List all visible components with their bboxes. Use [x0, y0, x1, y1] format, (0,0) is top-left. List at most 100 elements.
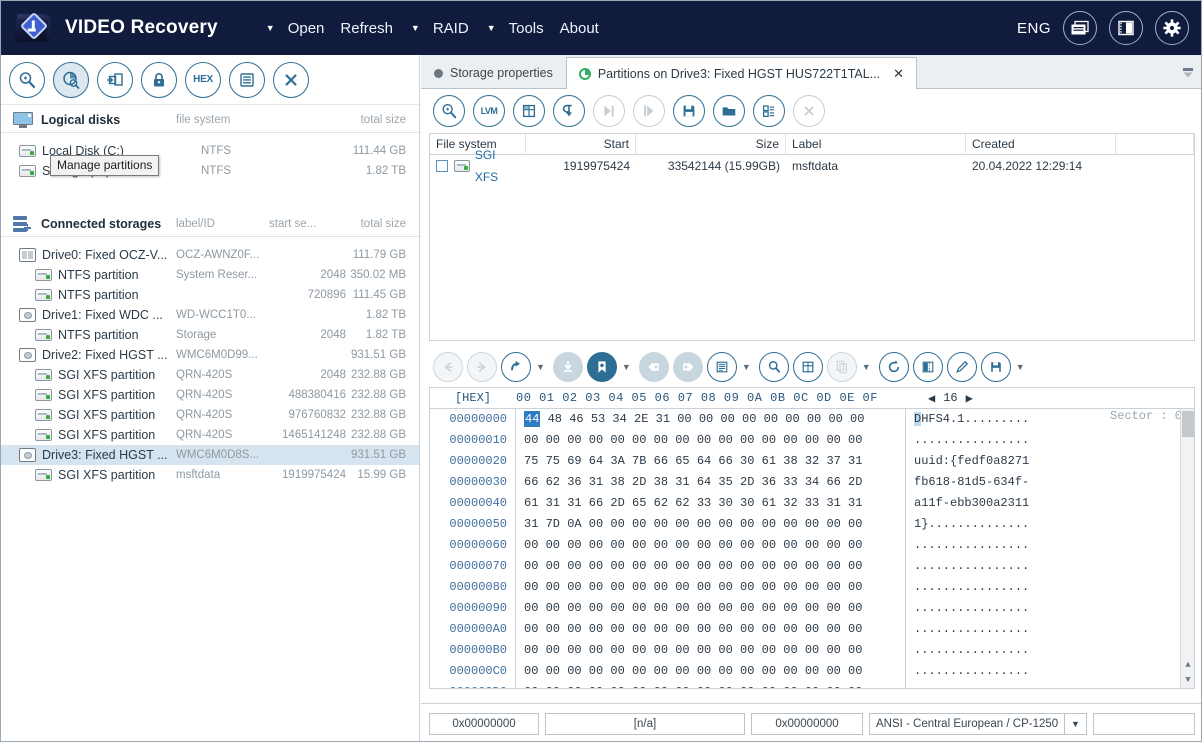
scroll-down-icon[interactable]: ▼ — [1181, 673, 1194, 688]
scan-icon[interactable] — [433, 95, 465, 127]
tab-storage-properties[interactable]: Storage properties — [421, 57, 566, 88]
chevron-down-icon[interactable]: ▼ — [1064, 713, 1086, 734]
apply-down-icon[interactable] — [553, 95, 585, 127]
hex-ascii-column[interactable]: Sector : 0 / DHFS4.1....................… — [906, 409, 1194, 688]
list-props-icon[interactable] — [753, 95, 785, 127]
extra-field[interactable] — [1093, 712, 1195, 735]
panel-splitter[interactable] — [414, 351, 419, 395]
hex-viewer[interactable]: [HEX] 00 01 02 03 04 05 06 07 08 09 0A 0… — [429, 387, 1195, 689]
encoding-select[interactable]: ANSI - Central European / CP-1250 ▼ — [869, 712, 1087, 735]
hex-ascii-row[interactable]: ................ — [914, 619, 1029, 640]
scroll-up-icon[interactable]: ▲ — [1181, 658, 1194, 673]
prev-bookmark-icon[interactable] — [638, 352, 669, 382]
hex-bytes-column[interactable]: 44 48 46 53 34 2E 31 00 00 00 00 00 00 0… — [516, 409, 906, 688]
raid-caret-icon[interactable]: ▼ — [411, 23, 420, 33]
hex-byte-row[interactable]: 00 00 00 00 00 00 00 00 00 00 00 00 00 0… — [524, 640, 905, 661]
storage-tree-row[interactable]: SGI XFS partition msftdata 1919975424 15.99… — [1, 465, 419, 485]
ascii-selected-char[interactable]: D — [914, 412, 922, 426]
bookmark-dropdown-icon[interactable]: ▼ — [622, 362, 631, 372]
storage-tree-row[interactable]: Drive1: Fixed WDC ... WD-WCC1T0... 1.82 TB — [1, 305, 419, 325]
table-row[interactable]: SGI XFS 1919975424 33542144 (15.99GB) ms… — [430, 148, 1194, 184]
prev-width-icon[interactable]: ◀ — [928, 391, 935, 406]
position-field[interactable]: 0x00000000 — [751, 712, 863, 735]
logical-disks-header[interactable]: Logical disks file system total size — [1, 107, 419, 133]
storage-tree-row[interactable]: SGI XFS partition QRN-420S 976760832 232.88… — [1, 405, 419, 425]
offset-field[interactable]: 0x00000000 — [429, 712, 539, 735]
hex-byte-row[interactable]: 31 7D 0A 00 00 00 00 00 00 00 00 00 00 0… — [524, 514, 905, 535]
hex-ascii-row[interactable]: DHFS4.1......... — [914, 409, 1029, 430]
menu-item-about[interactable]: About — [552, 16, 607, 41]
chevron-down-icon[interactable] — [1181, 67, 1195, 82]
value-field[interactable]: [n/a] — [545, 712, 745, 735]
hex-byte-row[interactable]: 00 00 00 00 00 00 00 00 00 00 00 00 00 0… — [524, 661, 905, 682]
hex-ascii-row[interactable]: fb618-81d5-634f- — [914, 472, 1029, 493]
folder-icon[interactable] — [713, 95, 745, 127]
save-icon[interactable] — [673, 95, 705, 127]
compare-icon[interactable] — [912, 352, 943, 382]
templates-icon[interactable] — [706, 352, 737, 382]
hex-byte-row[interactable]: 00 00 00 00 00 00 00 00 00 00 00 00 00 0… — [524, 598, 905, 619]
hex-ascii-row[interactable]: ................ — [914, 577, 1029, 598]
hex-byte-row[interactable]: 00 00 00 00 00 00 00 00 00 00 00 00 00 0… — [524, 430, 905, 451]
create-image-icon[interactable] — [97, 61, 133, 98]
scan-icon[interactable] — [9, 61, 45, 98]
panel-layout-icon[interactable] — [1109, 11, 1143, 45]
storage-tree-row[interactable]: SGI XFS partition QRN-420S 1465141248 232.8… — [1, 425, 419, 445]
hex-byte-row[interactable]: 61 31 31 66 2D 65 62 62 33 30 30 61 32 3… — [524, 493, 905, 514]
save-file-dropdown-icon[interactable]: ▼ — [1016, 362, 1025, 372]
manage-partitions-icon[interactable] — [53, 61, 89, 98]
hex-ascii-row[interactable]: ................ — [914, 640, 1029, 661]
hex-ascii-row[interactable]: ................ — [914, 430, 1029, 451]
hex-icon[interactable]: HEX — [185, 61, 221, 98]
storage-tree-row[interactable]: Drive0: Fixed OCZ-V... OCZ-AWNZ0F... 111.7… — [1, 245, 419, 265]
menu-item-raid[interactable]: RAID — [425, 16, 477, 41]
hex-selected-byte[interactable]: 44 — [524, 411, 541, 427]
lvm-icon[interactable]: LVM — [473, 95, 505, 127]
copy-dropdown-icon[interactable]: ▼ — [862, 362, 871, 372]
column-header-label[interactable]: Label — [786, 134, 966, 155]
goto-icon[interactable] — [501, 352, 531, 382]
hex-ascii-row[interactable]: a11f-ebb300a2311 — [914, 493, 1029, 514]
save-selection-icon[interactable] — [552, 352, 583, 382]
storage-tree-row[interactable]: SGI XFS partition QRN-420S 488380416 232.88… — [1, 385, 419, 405]
column-header-start[interactable]: Start — [526, 134, 636, 155]
refresh-icon[interactable] — [878, 352, 909, 382]
menu-item-open[interactable]: Open — [280, 16, 333, 41]
storage-tree-row[interactable]: Drive2: Fixed HGST ... WMC6M0D99... 931.51… — [1, 345, 419, 365]
hex-ascii-row[interactable]: ................ — [914, 556, 1029, 577]
hex-byte-row[interactable]: 00 00 00 00 00 00 00 00 00 00 00 00 00 0… — [524, 619, 905, 640]
templates-dropdown-icon[interactable]: ▼ — [742, 362, 751, 372]
hex-byte-row[interactable]: 00 00 00 00 00 00 00 00 00 00 00 00 00 0… — [524, 556, 905, 577]
storage-tree-row[interactable]: SGI XFS partition QRN-420S 2048 232.88 GB — [1, 365, 419, 385]
hex-byte-row[interactable]: 00 00 00 00 00 00 00 00 00 00 00 00 00 0… — [524, 535, 905, 556]
close-icon[interactable] — [273, 61, 309, 98]
next-bookmark-icon[interactable] — [672, 352, 703, 382]
close-icon[interactable]: ✕ — [893, 66, 904, 82]
hex-byte-row[interactable]: 00 00 00 00 00 00 00 00 00 00 00 00 00 0… — [524, 682, 905, 688]
scrollbar-thumb[interactable] — [1182, 411, 1194, 437]
hex-ascii-row[interactable]: 1}.............. — [914, 514, 1029, 535]
storage-tree-row[interactable]: NTFS partition 720896 111.45 GB — [1, 285, 419, 305]
storage-tree-row[interactable]: Drive3: Fixed HGST ... WMC6M0D8S... 931.51… — [1, 445, 419, 465]
hex-ascii-row[interactable]: uuid:{fedf0a8271 — [914, 451, 1029, 472]
lock-icon[interactable] — [141, 61, 177, 98]
edit-icon[interactable] — [946, 352, 977, 382]
column-header-size[interactable]: Size — [636, 134, 786, 155]
tools-caret-icon[interactable]: ▼ — [487, 23, 496, 33]
windows-icon[interactable] — [1063, 11, 1097, 45]
save-file-icon[interactable] — [980, 352, 1011, 382]
storage-tree-row[interactable]: NTFS partition Storage 2048 1.82 TB — [1, 325, 419, 345]
hex-byte-row[interactable]: 00 00 00 00 00 00 00 00 00 00 00 00 00 0… — [524, 577, 905, 598]
open-caret-icon[interactable]: ▼ — [266, 23, 275, 33]
menu-item-refresh[interactable]: Refresh — [332, 16, 401, 41]
settings-gear-icon[interactable] — [1155, 11, 1189, 45]
hex-scrollbar[interactable]: ▲ ▼ — [1180, 409, 1194, 688]
hex-ascii-row[interactable]: ................ — [914, 598, 1029, 619]
tab-partitions-drive3[interactable]: Partitions on Drive3: Fixed HGST HUS722T… — [565, 57, 918, 89]
properties-icon[interactable] — [229, 61, 265, 98]
language-indicator[interactable]: ENG — [1017, 20, 1051, 37]
goto-dropdown-icon[interactable]: ▼ — [536, 362, 545, 372]
hex-ascii-row[interactable]: ................ — [914, 535, 1029, 556]
table-view-icon[interactable] — [792, 352, 823, 382]
next-width-icon[interactable]: ▶ — [966, 391, 973, 406]
